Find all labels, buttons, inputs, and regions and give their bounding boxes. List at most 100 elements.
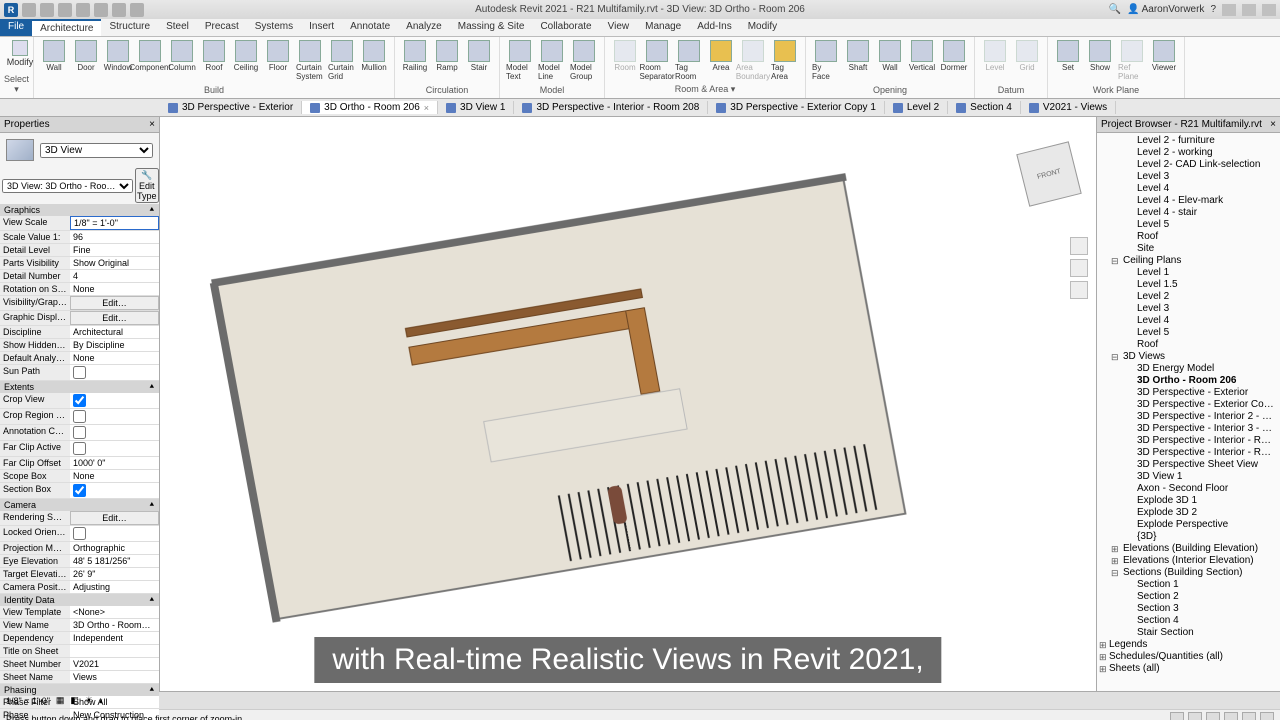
qat-open-icon[interactable] — [22, 3, 36, 17]
stair-button[interactable]: Stair — [463, 39, 495, 73]
viewcube[interactable]: FRONT — [1016, 141, 1081, 206]
select-panel-label[interactable]: Select ▾ — [4, 74, 29, 96]
ribbon-tab-annotate[interactable]: Annotate — [342, 19, 398, 36]
tree-node[interactable]: Level 5 — [1097, 327, 1280, 339]
tree-node[interactable]: Level 3 — [1097, 171, 1280, 183]
type-selector[interactable]: 3D View — [40, 143, 153, 158]
prop-value[interactable]: Show All — [70, 696, 159, 708]
view-tab[interactable]: V2021 - Views — [1021, 101, 1116, 114]
filter-icon[interactable] — [1260, 712, 1274, 720]
prop-value[interactable]: 1000' 0" — [70, 457, 159, 469]
drawing-canvas[interactable]: FRONT with Real-time Realistic Views in … — [160, 117, 1096, 691]
tree-node[interactable]: Level 3 — [1097, 303, 1280, 315]
view-tab[interactable]: 3D View 1 — [438, 101, 514, 114]
qat-print-icon[interactable] — [112, 3, 126, 17]
floor-button[interactable]: Floor — [262, 39, 294, 82]
expand-icon[interactable]: ⊞ — [1099, 651, 1107, 663]
tree-node[interactable]: Explode 3D 2 — [1097, 507, 1280, 519]
nav-wheel-icon[interactable] — [1070, 259, 1088, 277]
ribbon-tab-modify[interactable]: Modify — [740, 19, 785, 36]
tree-node[interactable]: Site — [1097, 243, 1280, 255]
prop-value[interactable] — [70, 483, 159, 498]
prop-section-extents[interactable]: Extents⯅ — [0, 381, 159, 393]
viewer-button[interactable]: Viewer — [1148, 39, 1180, 82]
browser-close-icon[interactable]: × — [1270, 119, 1276, 130]
tree-node[interactable]: Level 4 — [1097, 183, 1280, 195]
editable-only-icon[interactable] — [1188, 712, 1202, 720]
qat-measure-icon[interactable] — [130, 3, 144, 17]
view-tab[interactable]: 3D Perspective - Exterior — [160, 101, 302, 114]
prop-section-camera[interactable]: Camera⯅ — [0, 499, 159, 511]
prop-value[interactable]: 96 — [70, 231, 159, 243]
expand-icon[interactable]: ⊞ — [1111, 543, 1119, 555]
window-close-icon[interactable] — [1262, 4, 1276, 16]
tree-node[interactable]: Level 2 — [1097, 291, 1280, 303]
tree-node[interactable]: ⊟Sections (Building Section) — [1097, 567, 1280, 579]
prop-value[interactable] — [70, 526, 159, 541]
detail-level-icon[interactable]: ▦ — [56, 695, 65, 706]
expand-icon[interactable]: ⊞ — [1099, 639, 1107, 651]
room-area-panel-label[interactable]: Room & Area ▾ — [609, 84, 801, 96]
component-button[interactable]: Component — [134, 39, 166, 82]
prop-value[interactable]: Show Original — [70, 257, 159, 269]
nav-zoom-icon[interactable] — [1070, 281, 1088, 299]
view-tab[interactable]: Section 4 — [948, 101, 1021, 114]
prop-checkbox[interactable] — [73, 394, 86, 407]
tree-node[interactable]: Explode Perspective — [1097, 519, 1280, 531]
ribbon-tab-systems[interactable]: Systems — [247, 19, 301, 36]
tree-node[interactable]: Section 3 — [1097, 603, 1280, 615]
window-minimize-icon[interactable] — [1222, 4, 1236, 16]
ribbon-tab-massing-site[interactable]: Massing & Site — [450, 19, 533, 36]
prop-value[interactable] — [70, 645, 159, 657]
prop-checkbox[interactable] — [73, 442, 86, 455]
modify-button[interactable]: Modify — [4, 39, 36, 68]
expand-icon[interactable]: ⊟ — [1111, 567, 1119, 579]
show-button[interactable]: Show — [1084, 39, 1116, 82]
qat-save-icon[interactable] — [40, 3, 54, 17]
prop-value[interactable]: Architectural — [70, 326, 159, 338]
ribbon-tab-collaborate[interactable]: Collaborate — [532, 19, 599, 36]
properties-close-icon[interactable]: × — [149, 119, 155, 130]
tree-node[interactable]: ⊞Schedules/Quantities (all) — [1097, 651, 1280, 663]
worksets-icon[interactable] — [1170, 712, 1184, 720]
prop-section-identity-data[interactable]: Identity Data⯅ — [0, 594, 159, 606]
tree-node[interactable]: Level 2 - furniture — [1097, 135, 1280, 147]
view-scale-button[interactable]: 1/8" = 1'-0" — [6, 696, 50, 706]
wall-button[interactable]: Wall — [38, 39, 70, 82]
prop-value[interactable]: 26' 9" — [70, 568, 159, 580]
area-button[interactable]: Area — [705, 39, 737, 82]
tag-room-button[interactable]: Tag Room — [673, 39, 705, 82]
model-group-button[interactable]: Model Group — [568, 39, 600, 82]
expand-icon[interactable]: ⊟ — [1111, 351, 1119, 363]
tree-node[interactable]: Roof — [1097, 231, 1280, 243]
prop-value[interactable]: None — [70, 352, 159, 364]
expand-icon[interactable]: ⊞ — [1099, 663, 1107, 675]
ribbon-tab-analyze[interactable]: Analyze — [398, 19, 450, 36]
prop-value[interactable]: None — [70, 283, 159, 295]
dormer-button[interactable]: Dormer — [938, 39, 970, 82]
roof-button[interactable]: Roof — [198, 39, 230, 82]
tree-node[interactable]: ⊞Legends — [1097, 639, 1280, 651]
ribbon-tab-structure[interactable]: Structure — [101, 19, 158, 36]
tree-node[interactable]: Roof — [1097, 339, 1280, 351]
prop-checkbox[interactable] — [73, 527, 86, 540]
tree-node[interactable]: Stair Section — [1097, 627, 1280, 639]
tree-node[interactable]: 3D Perspective - Interior 3 - Room 20 — [1097, 423, 1280, 435]
select-links-icon[interactable] — [1206, 712, 1220, 720]
tag-area-button[interactable]: Tag Area — [769, 39, 801, 82]
tree-node[interactable]: ⊞Elevations (Building Elevation) — [1097, 543, 1280, 555]
door-button[interactable]: Door — [70, 39, 102, 82]
tree-node[interactable]: 3D Perspective - Interior - Room 206 — [1097, 435, 1280, 447]
view-tab[interactable]: 3D Ortho - Room 206× — [302, 101, 438, 114]
prop-value[interactable]: None — [70, 470, 159, 482]
prop-section-phasing[interactable]: Phasing⯅ — [0, 684, 159, 696]
tree-node[interactable]: {3D} — [1097, 531, 1280, 543]
prop-value[interactable]: Edit… — [70, 311, 159, 325]
prop-value[interactable]: 48' 5 181/256" — [70, 555, 159, 567]
model-text-button[interactable]: Model Text — [504, 39, 536, 82]
prop-value[interactable]: By Discipline — [70, 339, 159, 351]
tree-node[interactable]: Level 1 — [1097, 267, 1280, 279]
tree-node[interactable]: ⊞Elevations (Interior Elevation) — [1097, 555, 1280, 567]
tree-node[interactable]: ⊟3D Views — [1097, 351, 1280, 363]
ribbon-tab-precast[interactable]: Precast — [197, 19, 247, 36]
